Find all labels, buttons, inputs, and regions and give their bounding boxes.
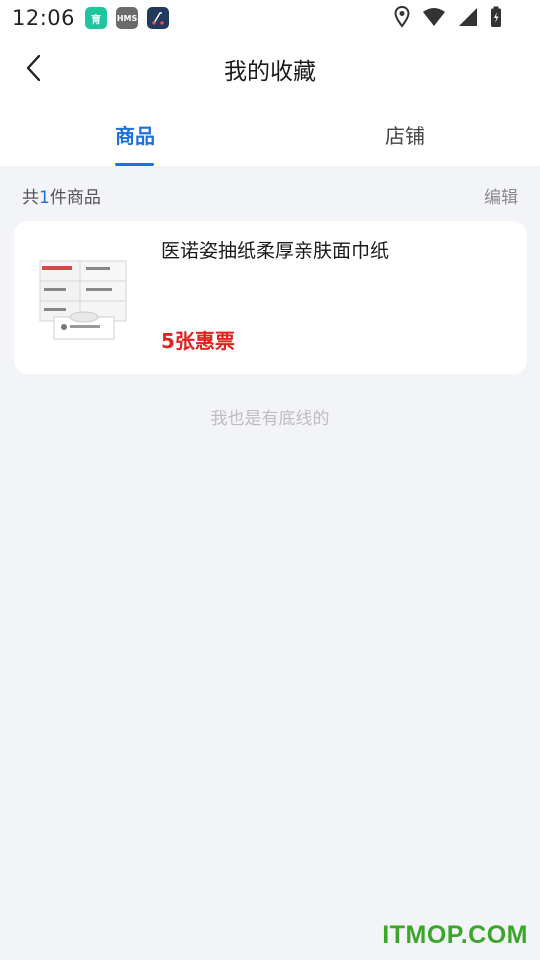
app-notification-icon: 育 [85, 7, 108, 29]
hms-notification-icon: HMS [116, 7, 139, 29]
battery-icon [491, 6, 501, 27]
header: 我的收藏 [0, 36, 540, 100]
product-name: 医诺姿抽纸柔厚亲肤面巾纸 [161, 240, 390, 262]
scooter-notification-icon [147, 7, 170, 29]
status-indicators [394, 6, 502, 28]
status-bar: 12:06 育 HMS [0, 0, 540, 36]
product-price: 5张惠票 [161, 329, 235, 353]
summary-row: 共1件商品 编辑 [0, 166, 540, 220]
watermark: ITMOP.COM [382, 921, 528, 949]
wifi-icon [423, 8, 445, 26]
end-of-list-note: 我也是有底线的 [210, 409, 330, 429]
count-suffix: 件商品 [49, 188, 101, 208]
status-time: 12:06 [12, 6, 76, 30]
product-image [34, 243, 134, 343]
count-prefix: 共 [22, 188, 39, 208]
page-title: 我的收藏 [224, 59, 316, 85]
tab-products[interactable]: 商品 [75, 120, 195, 149]
product-card[interactable]: 医诺姿抽纸柔厚亲肤面巾纸 5张惠票 [14, 221, 527, 374]
edit-button[interactable]: 编辑 [484, 183, 518, 208]
item-count: 共1件商品 [22, 183, 101, 208]
signal-icon [459, 8, 477, 26]
count-number: 1 [39, 188, 50, 208]
location-icon [394, 6, 410, 28]
tab-bar: 商品 店铺 [0, 100, 540, 166]
tab-shops[interactable]: 店铺 [345, 120, 465, 149]
